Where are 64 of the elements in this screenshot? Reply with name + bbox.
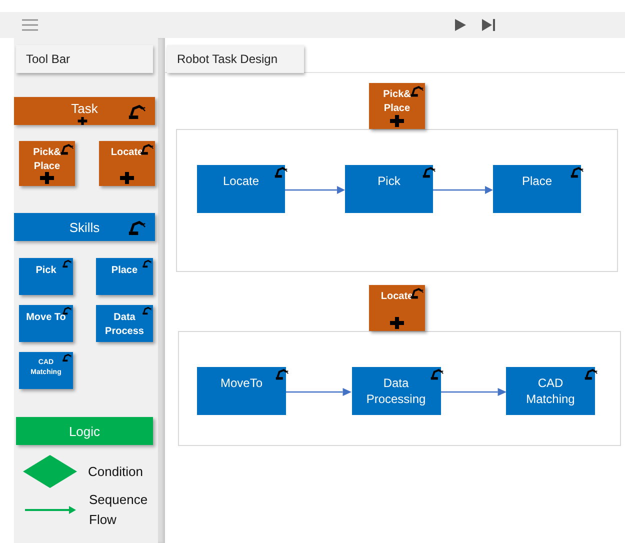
menu-icon[interactable] (22, 19, 38, 31)
robot-arm-icon (422, 166, 436, 178)
skill-card[interactable]: Data Process (96, 305, 153, 342)
plus-icon[interactable] (77, 117, 88, 125)
skill-label: Data Process (104, 311, 145, 339)
canvas-tab[interactable]: Robot Task Design (167, 45, 304, 73)
play-icon[interactable] (455, 19, 466, 31)
robot-arm-icon (410, 85, 424, 97)
flow-arrow-icon[interactable] (25, 506, 76, 514)
robot-arm-icon (275, 368, 289, 380)
section-title: Skills (69, 220, 100, 234)
node-label: Locate (222, 173, 260, 190)
robot-arm-icon (127, 220, 147, 235)
skill-card[interactable]: Pick (19, 258, 73, 295)
condition-label: Condition (88, 462, 144, 480)
node-label: MoveTo (219, 375, 264, 392)
task-card[interactable]: Locate (369, 285, 425, 331)
robot-arm-icon (274, 166, 288, 178)
task-label: Locate (110, 146, 144, 160)
robot-arm-icon (584, 368, 598, 380)
node-label: Pick (376, 173, 402, 190)
robot-arm-icon (62, 353, 72, 362)
robot-arm-icon (142, 259, 152, 268)
toolbar-tab[interactable]: Tool Bar (16, 45, 153, 73)
plus-icon[interactable] (390, 115, 404, 127)
task-card[interactable]: Pick& Place (19, 141, 75, 186)
robot-arm-icon (430, 368, 444, 380)
step-forward-icon[interactable] (482, 19, 496, 31)
sequence-flow-label: Sequence Flow (89, 491, 149, 529)
skill-node[interactable]: MoveTo (197, 367, 286, 415)
skill-node[interactable]: Pick (345, 165, 433, 213)
node-label: CAD Matching (525, 375, 576, 408)
condition-diamond-icon[interactable] (23, 455, 77, 488)
skill-node[interactable]: CAD Matching (506, 367, 595, 415)
skill-label: Move To (25, 311, 67, 325)
skill-node[interactable]: Locate (197, 165, 285, 213)
robot-arm-icon (60, 143, 74, 155)
plus-icon[interactable] (120, 172, 134, 184)
task-label: Pick& Place (32, 146, 62, 174)
sequence-arrow (440, 387, 506, 397)
skill-label: Place (110, 264, 139, 278)
plus-icon[interactable] (390, 317, 404, 329)
task-card[interactable]: Pick& Place (369, 83, 425, 129)
task-label: Pick& Place (382, 88, 412, 116)
sequence-arrow (286, 387, 352, 397)
node-label: Place (520, 173, 554, 190)
skill-node[interactable]: Place (493, 165, 581, 213)
robot-arm-icon (62, 306, 72, 315)
robot-arm-icon (62, 259, 72, 268)
section-title: Logic (68, 424, 100, 438)
skill-node[interactable]: Data Processing (352, 367, 440, 415)
skill-card[interactable]: Place (96, 258, 153, 295)
plus-icon[interactable] (40, 172, 54, 184)
robot-arm-icon (142, 306, 152, 315)
section-title: Task (71, 101, 98, 116)
robot-arm-icon (127, 104, 147, 119)
sequence-arrow (285, 185, 345, 195)
sequence-arrow (433, 185, 493, 195)
robot-arm-icon (570, 166, 584, 178)
node-label: Data Processing (365, 375, 427, 408)
skill-card[interactable]: Move To (19, 305, 73, 342)
skill-label: Pick (34, 264, 58, 278)
task-label: Locate (380, 290, 414, 304)
task-card[interactable]: Locate (99, 141, 155, 186)
